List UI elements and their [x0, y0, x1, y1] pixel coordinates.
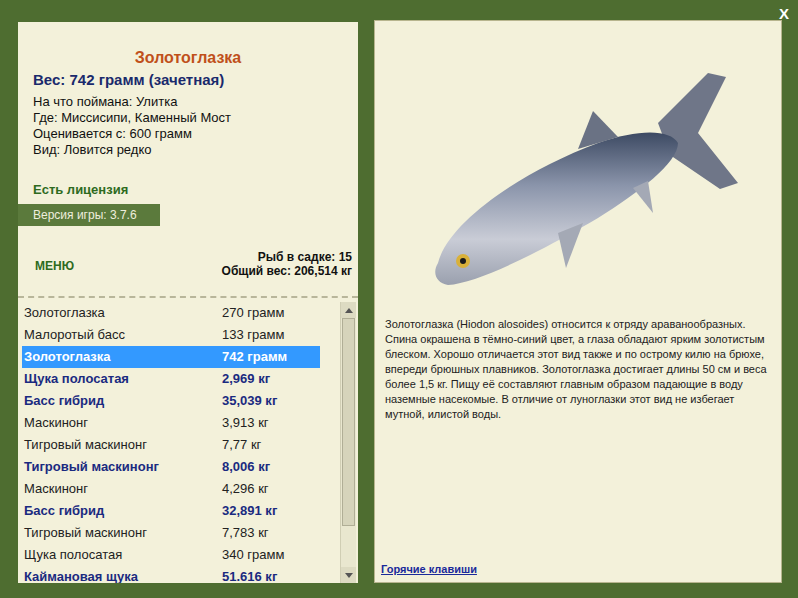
fish-name: Маскинонг [22, 481, 222, 497]
fish-info: На что поймана: УлиткаГде: Миссисипи, Ка… [33, 94, 343, 158]
fish-weight: 51.616 кг [222, 569, 277, 583]
fish-name: Золотоглазка [22, 305, 222, 321]
divider [18, 296, 358, 298]
fish-weight: 340 грамм [222, 547, 284, 563]
fish-row[interactable]: Малоротый басс133 грамм [22, 324, 320, 346]
fish-weight: 7,77 кг [222, 437, 261, 453]
fish-weight: 2,969 кг [222, 371, 270, 387]
fish-name: Щука полосатая [22, 371, 222, 387]
fish-name: Тигровый маскинонг [22, 459, 222, 475]
fish-weight: 35,039 кг [222, 393, 277, 409]
license: Есть лицензия [33, 182, 343, 198]
arrow-down-icon [345, 573, 353, 578]
left-panel: ЗолотоглазкаВес: 742 грамм (зачетная)На … [18, 22, 358, 583]
keepnet-total: Общий вес: 206,514 кг [222, 264, 352, 278]
scroll-up-button[interactable] [341, 302, 356, 318]
info-line: Вид: Ловится редко [33, 142, 343, 158]
fish-rows: Золотоглазка270 граммМалоротый басс133 г… [18, 302, 320, 583]
keepnet-count: Рыб в садке: 15 [258, 250, 352, 264]
fish-title: Золотоглазка [33, 48, 343, 68]
fish-name: Малоротый басс [22, 327, 222, 343]
fish-name: Каймановая щука [22, 569, 222, 583]
fish-weight: 4,296 кг [222, 481, 269, 497]
fish-name: Щука полосатая [22, 547, 222, 563]
fish-row[interactable]: Маскинонг3,913 кг [22, 412, 320, 434]
fish-row[interactable]: Тигровый маскинонг8,006 кг [22, 456, 320, 478]
fish-image [408, 63, 748, 303]
fish-row[interactable]: Каймановая щука51.616 кг [22, 566, 320, 583]
info-line: Где: Миссисипи, Каменный Мост [33, 110, 343, 126]
arrow-up-icon [345, 308, 353, 313]
fish-row[interactable]: Щука полосатая2,969 кг [22, 368, 320, 390]
menu-button[interactable]: МЕНЮ [35, 258, 74, 274]
fish-row[interactable]: Золотоглазка270 грамм [22, 302, 320, 324]
hotkeys-link[interactable]: Горячие клавиши [381, 562, 781, 577]
keepnet-info: Рыб в садке: 15Общий вес: 206,514 кг [222, 250, 352, 278]
fish-weight-title: Вес: 742 грамм (зачетная) [33, 70, 343, 90]
scroll-down-button[interactable] [341, 567, 356, 583]
fish-card: ЗолотоглазкаВес: 742 грамм (зачетная) На … [18, 22, 358, 294]
fish-row[interactable]: Тигровый маскинонг7,77 кг [22, 434, 320, 456]
fish-name: Басс гибрид [22, 503, 222, 519]
fish-row[interactable]: Маскинонг4,296 кг [22, 478, 320, 500]
fish-weight: 742 грамм [222, 349, 287, 365]
fish-row[interactable]: Золотоглазка742 грамм [22, 346, 320, 368]
menu-row: МЕНЮ Рыб в садке: 15Общий вес: 206,514 кг [33, 250, 352, 278]
version-bar: Версия игры: 3.7.6 [18, 204, 160, 226]
fish-weight: 270 грамм [222, 305, 284, 321]
scrollbar[interactable] [340, 302, 356, 583]
fish-name: Басс гибрид [22, 393, 222, 409]
fish-row[interactable]: Тигровый маскинонг7,783 кг [22, 522, 320, 544]
right-panel: Золотоглазка (Hiodon alosoides) относитс… [374, 20, 782, 583]
fish-weight: 133 грамм [222, 327, 284, 343]
fish-name: Золотоглазка [22, 349, 222, 365]
fish-weight: 7,783 кг [222, 525, 269, 541]
fish-weight: 32,891 кг [222, 503, 277, 519]
fish-weight: 8,006 кг [222, 459, 270, 475]
fish-name: Тигровый маскинонг [22, 437, 222, 453]
fish-weight: 3,913 кг [222, 415, 269, 431]
fish-row[interactable]: Щука полосатая340 грамм [22, 544, 320, 566]
fish-name: Тигровый маскинонг [22, 525, 222, 541]
info-line: Оценивается с: 600 грамм [33, 126, 343, 142]
fish-row[interactable]: Басс гибрид32,891 кг [22, 500, 320, 522]
fish-row[interactable]: Басс гибрид35,039 кг [22, 390, 320, 412]
game-screen: ЗолотоглазкаВес: 742 грамм (зачетная)На … [0, 0, 798, 598]
picture-area [375, 21, 781, 311]
info-line: На что поймана: Улитка [33, 94, 343, 110]
scroll-thumb[interactable] [342, 318, 355, 526]
description: Золотоглазка (Hiodon alosoides) относитс… [375, 317, 781, 422]
fish-name: Маскинонг [22, 415, 222, 431]
close-button[interactable]: X [779, 5, 789, 23]
scroll-track [341, 526, 356, 567]
fish-list: Золотоглазка270 граммМалоротый басс133 г… [18, 298, 358, 583]
